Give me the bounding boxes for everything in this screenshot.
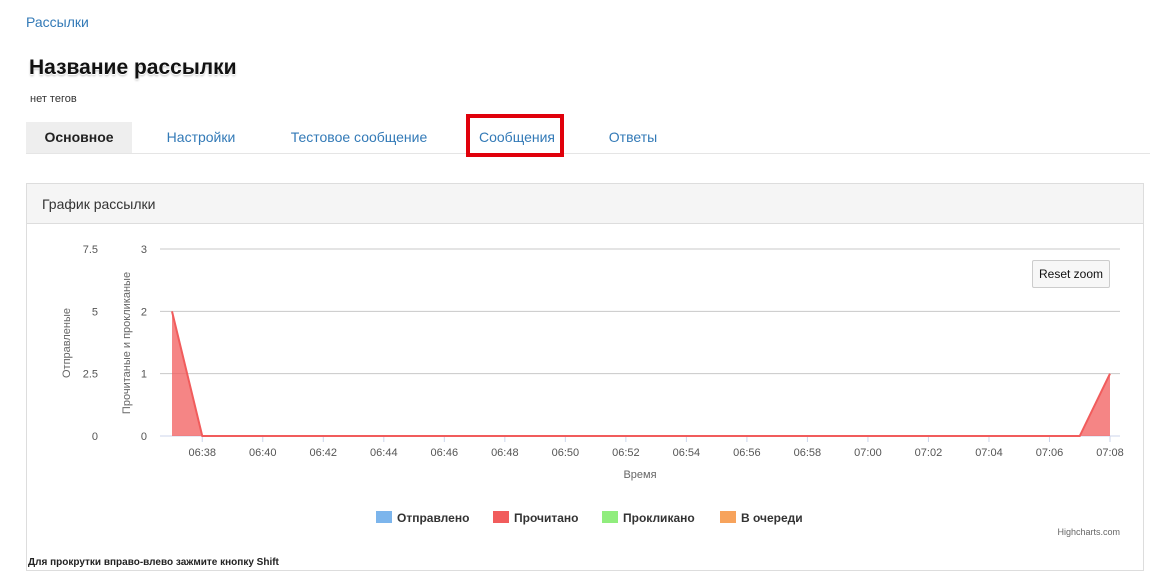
y-left-axis-title: Отправленые	[61, 308, 73, 378]
x-tick-label: 06:42	[310, 447, 338, 459]
scroll-hint: Для прокрутки вправо-влево зажмите кнопк…	[28, 557, 279, 568]
y-right-tick: 2	[141, 306, 147, 318]
y-right-tick: 0	[141, 431, 147, 443]
legend-swatch	[493, 511, 509, 523]
x-tick-label: 06:50	[552, 447, 580, 459]
x-tick-label: 06:46	[431, 447, 459, 459]
legend-item: Прочитано	[514, 511, 578, 525]
y-left-tick: 2.5	[83, 369, 98, 381]
x-tick-label: 07:02	[915, 447, 943, 459]
reset-zoom-button[interactable]: Reset zoom	[1032, 260, 1110, 288]
x-tick-label: 06:58	[794, 447, 822, 459]
x-tick-label: 07:04	[975, 447, 1003, 459]
x-tick-label: 06:44	[370, 447, 398, 459]
x-tick-label: 06:48	[491, 447, 519, 459]
y-left-tick: 7.5	[83, 244, 98, 256]
x-tick-label: 06:38	[188, 447, 216, 459]
y-right-tick: 3	[141, 244, 147, 256]
x-tick-label: 07:00	[854, 447, 882, 459]
y-right-tick: 1	[141, 369, 147, 381]
mailing-chart: 7.5 3 5 2 2.5 1 0 0 Отправленые Прочитаные и прок…	[61, 244, 1124, 537]
legend-swatch	[376, 511, 392, 523]
legend-item: В очереди	[741, 511, 803, 525]
legend-item: Отправлено	[397, 511, 469, 525]
x-axis-title: Время	[623, 469, 656, 481]
legend-swatch	[720, 511, 736, 523]
y-left-tick: 0	[92, 431, 98, 443]
x-tick-label: 07:08	[1096, 447, 1124, 459]
y-left-tick: 5	[92, 306, 98, 318]
legend-item: Прокликано	[623, 511, 695, 525]
x-tick-label: 07:06	[1036, 447, 1064, 459]
y-right-axis-title: Прочитаные и прокликаные	[121, 272, 133, 414]
legend-swatch	[602, 511, 618, 523]
x-tick-label: 06:52	[612, 447, 640, 459]
chart-credits: Highcharts.com	[1057, 527, 1120, 537]
x-tick-label: 06:56	[733, 447, 761, 459]
x-tick-label: 06:40	[249, 447, 277, 459]
x-tick-label: 06:54	[673, 447, 701, 459]
